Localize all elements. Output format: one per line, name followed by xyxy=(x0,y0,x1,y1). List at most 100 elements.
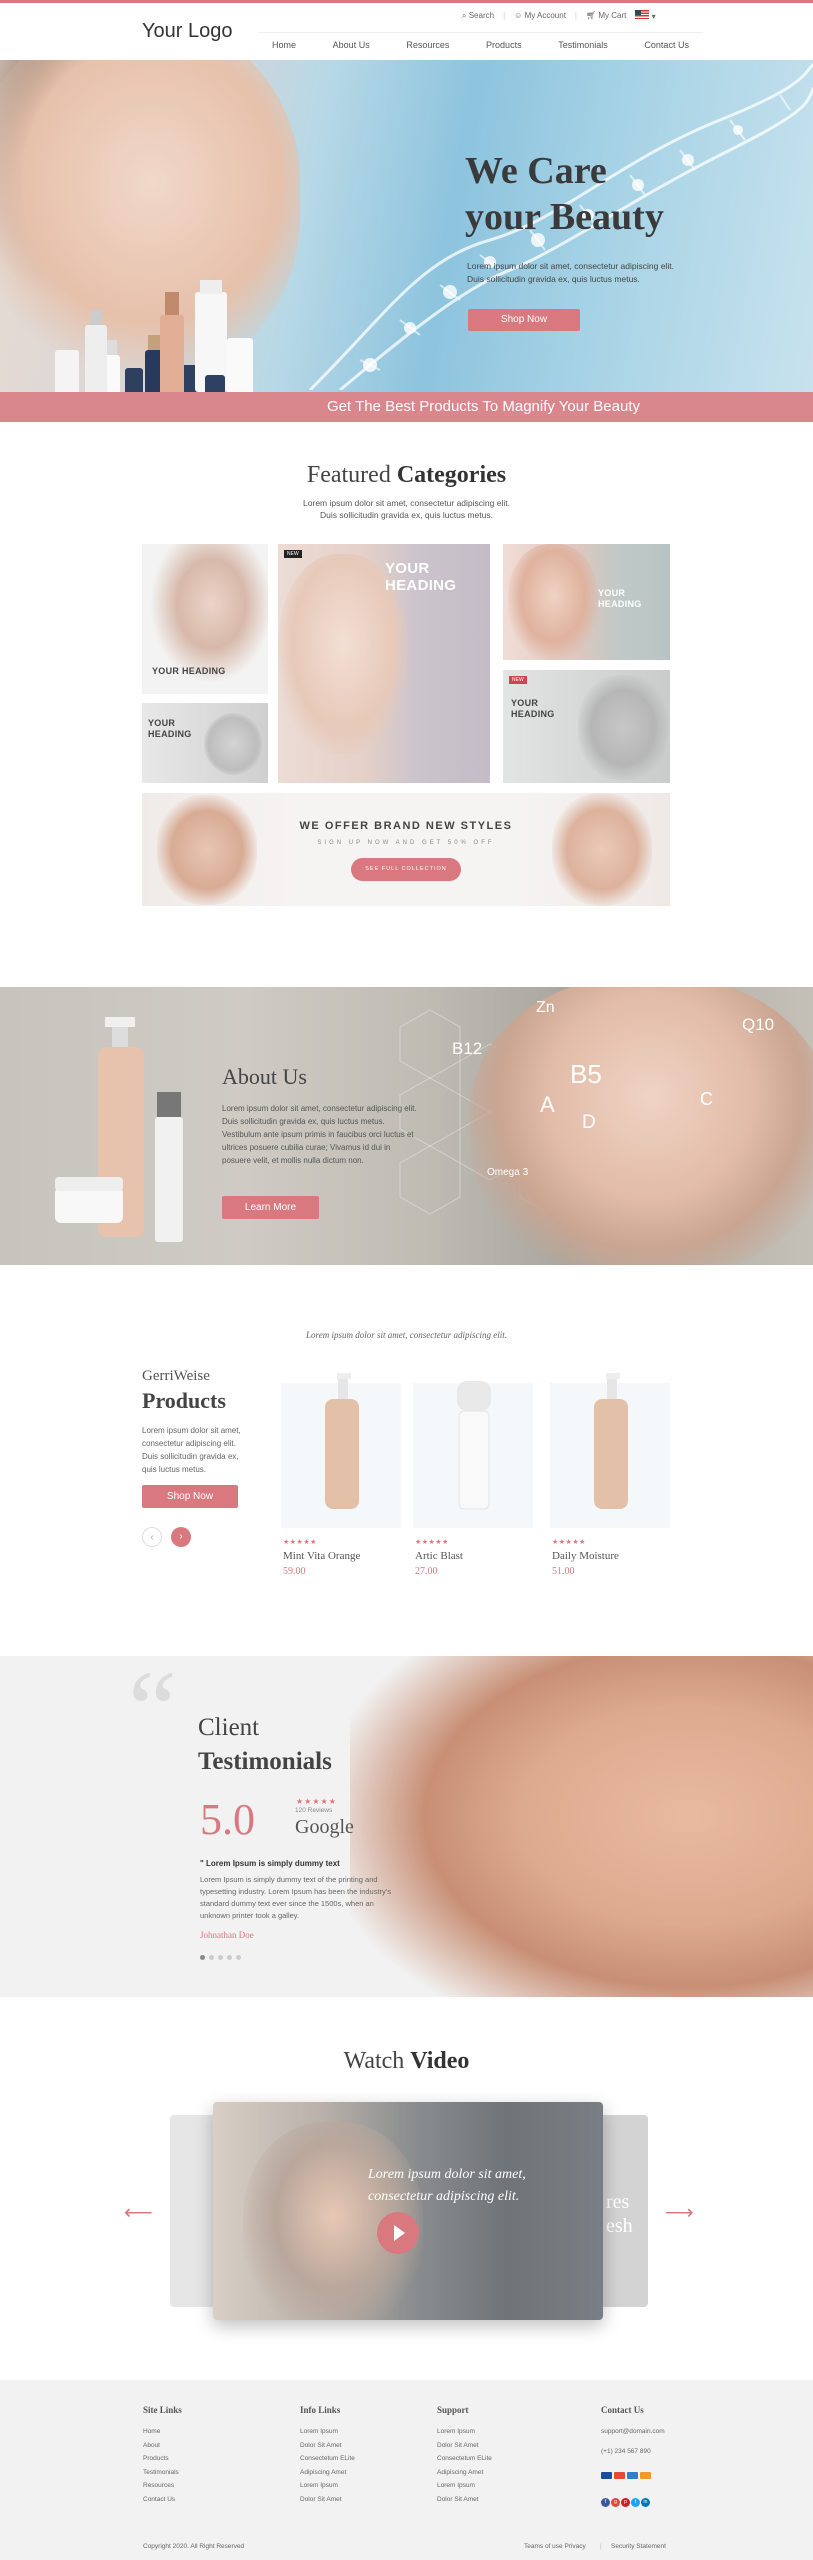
nav-contact-us[interactable]: Contact Us xyxy=(644,40,689,50)
product-name[interactable]: Daily Moisture xyxy=(552,1550,619,1562)
next-arrow-button[interactable]: › xyxy=(171,1527,191,1547)
divider: | xyxy=(503,11,506,20)
footer-link[interactable]: Consectetum ELite xyxy=(437,2452,492,2466)
category-tile-5[interactable]: NEW YOUR HEADING xyxy=(503,670,670,783)
quote-icon: “ xyxy=(128,1656,177,1770)
hero-text: Lorem ipsum dolor sit amet, consectetur … xyxy=(467,260,707,286)
arrow-left-icon[interactable]: ⟵ xyxy=(124,2200,153,2225)
nav-testimonials[interactable]: Testimonials xyxy=(558,40,608,50)
quote-author: Johnathan Doe xyxy=(200,1930,254,1940)
my-account-link[interactable]: ☺ My Account xyxy=(514,11,566,20)
footer-link[interactable]: About xyxy=(143,2439,182,2453)
footer-link[interactable]: Lorem Ipsum xyxy=(300,2479,355,2493)
vitamin-label: Zn xyxy=(536,999,555,1016)
footer-link[interactable]: Home xyxy=(143,2425,182,2439)
product-price: 59.00 xyxy=(283,1566,306,1577)
vitamin-label: A xyxy=(540,1092,555,1117)
shop-now-button[interactable]: Shop Now xyxy=(468,309,580,331)
hero-title: We Care your Beauty xyxy=(465,148,664,240)
product-rating: ★★★★★ xyxy=(552,1539,586,1546)
video-caption-line1: Lorem ipsum dolor sit amet, xyxy=(368,2167,526,2182)
category-tile-1[interactable]: YOUR HEADING xyxy=(142,544,268,694)
footer-link[interactable]: Adipiscing Amet xyxy=(300,2466,355,2480)
footer-col-title: Site Links xyxy=(143,2405,182,2415)
twitter-icon[interactable]: t xyxy=(631,2498,640,2507)
google-plus-icon[interactable]: g xyxy=(611,2498,620,2507)
footer-link[interactable]: Dolor Sit Amet xyxy=(300,2439,355,2453)
footer-link[interactable]: Lorem Ipsum xyxy=(437,2479,492,2493)
pagination-dot[interactable] xyxy=(227,1955,232,1960)
category-tile-3[interactable]: NEW YOUR HEADING xyxy=(278,544,490,783)
terms-link[interactable]: Teams of use Privacy xyxy=(524,2543,586,2550)
arrow-right-icon[interactable]: ⟶ xyxy=(665,2200,694,2225)
nav-products[interactable]: Products xyxy=(486,40,522,50)
nav-about-us[interactable]: About Us xyxy=(333,40,370,50)
new-badge: NEW xyxy=(284,550,302,558)
my-cart-label: My Cart xyxy=(598,11,627,20)
my-cart-link[interactable]: 🛒︎ My Cart xyxy=(586,11,626,20)
footer-email[interactable]: support@domain.com xyxy=(601,2425,665,2439)
footer-link[interactable]: Consectetum ELite xyxy=(300,2452,355,2466)
footer-link[interactable]: Resources xyxy=(143,2479,182,2493)
prev-arrow-button[interactable]: ‹ xyxy=(142,1527,162,1547)
footer-link[interactable]: Contact Us xyxy=(143,2493,182,2507)
search-link[interactable]: ⌕ Search xyxy=(462,11,494,21)
linkedin-icon[interactable]: in xyxy=(641,2498,650,2507)
category-tile-2[interactable]: YOUR HEADING xyxy=(142,703,268,783)
footer-link[interactable]: Testimonials xyxy=(143,2466,182,2480)
product-card-2[interactable] xyxy=(413,1381,533,1528)
language-selector[interactable]: ▾ xyxy=(635,10,656,21)
product-bottle-image xyxy=(457,1381,491,1510)
banner-model-right-image xyxy=(552,793,652,906)
quote-title: " Lorem Ipsum is simply dummy text xyxy=(200,1859,340,1868)
pinterest-icon[interactable]: p xyxy=(621,2498,630,2507)
footer-link[interactable]: Lorem Ipsum xyxy=(300,2425,355,2439)
footer xyxy=(0,2380,813,2560)
review-count: 120 Reviews xyxy=(295,1807,333,1814)
pagination-dot[interactable] xyxy=(236,1955,241,1960)
about-title: About Us xyxy=(222,1064,307,1089)
pagination-dot[interactable] xyxy=(218,1955,223,1960)
see-full-collection-button[interactable]: SEE FULL COLLECTION xyxy=(351,858,461,881)
nav-home[interactable]: Home xyxy=(272,40,296,50)
categories-title-bold: Categories xyxy=(396,462,507,488)
footer-link[interactable]: Products xyxy=(143,2452,182,2466)
product-card-1[interactable] xyxy=(281,1373,401,1528)
footer-link[interactable]: Lorem Ipsum xyxy=(437,2425,492,2439)
pagination-dot-active[interactable] xyxy=(200,1955,205,1960)
footer-link[interactable]: Dolor Sit Amet xyxy=(437,2493,492,2507)
footer-link[interactable]: Dolor Sit Amet xyxy=(437,2439,492,2453)
video-player[interactable]: Lorem ipsum dolor sit amet, consectetur … xyxy=(213,2102,603,2320)
discover-icon xyxy=(640,2472,651,2479)
banner-title: WE OFFER BRAND NEW STYLES xyxy=(299,820,513,832)
facebook-icon[interactable]: f xyxy=(601,2498,610,2507)
footer-link[interactable]: Adipiscing Amet xyxy=(437,2466,492,2480)
about-text: Lorem ipsum dolor sit amet, consectetur … xyxy=(222,1104,417,1165)
product-name[interactable]: Artic Blast xyxy=(415,1550,463,1562)
category-tile-1-heading: YOUR HEADING xyxy=(152,666,226,676)
hero-text-line2: Duis sollicitudin gravida ex, quis luctu… xyxy=(467,274,640,284)
footer-col-site-links: Site Links Home About Products Testimoni… xyxy=(143,2405,182,2506)
footer-link[interactable]: Dolor Sit Amet xyxy=(300,2493,355,2507)
security-link[interactable]: Security Statement xyxy=(611,2543,666,2550)
category-tile-4[interactable]: YOUR HEADING xyxy=(503,544,670,660)
play-icon[interactable] xyxy=(377,2212,419,2254)
hero-title-line1: We Care xyxy=(465,150,607,192)
testimonial-model-image xyxy=(350,1656,813,1997)
logo[interactable]: Your Logo xyxy=(142,20,232,43)
products-shop-now-button[interactable]: Shop Now xyxy=(142,1485,238,1508)
social-icons: f g p t in xyxy=(601,2490,665,2508)
footer-phone[interactable]: (+1) 234 567 890 xyxy=(601,2445,665,2459)
categories-title-light: Featured xyxy=(306,462,397,488)
vitamin-label: Omega 3 xyxy=(487,1167,529,1178)
product-name[interactable]: Mint Vita Orange xyxy=(283,1550,360,1562)
top-accent-bar xyxy=(0,0,813,3)
pagination-dot[interactable] xyxy=(209,1955,214,1960)
category-banner[interactable]: WE OFFER BRAND NEW STYLES SIGN UP NOW AN… xyxy=(142,793,670,906)
chevron-left-icon: ‹ xyxy=(150,1532,154,1543)
product-card-3[interactable] xyxy=(550,1373,670,1528)
nav-resources[interactable]: Resources xyxy=(406,40,449,50)
learn-more-button[interactable]: Learn More xyxy=(222,1196,319,1219)
footer-col-title: Info Links xyxy=(300,2405,341,2415)
cart-icon: 🛒︎ xyxy=(586,11,597,20)
